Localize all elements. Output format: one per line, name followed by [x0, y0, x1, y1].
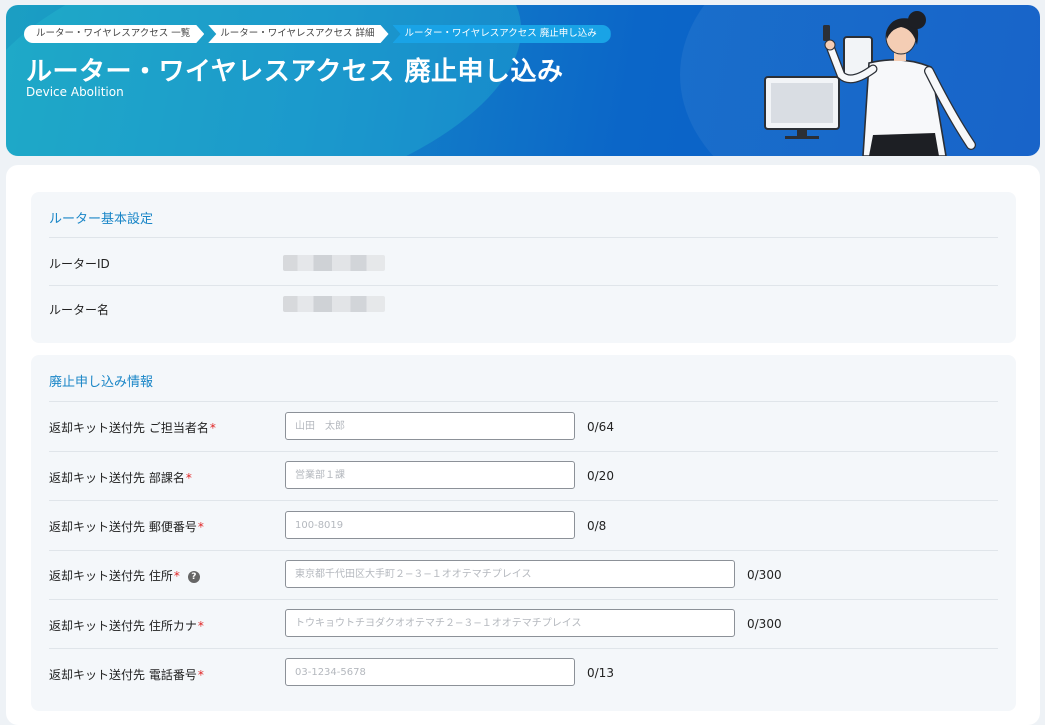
section-title: ルーター基本設定 [49, 212, 154, 227]
contact-name-input[interactable] [285, 412, 575, 440]
required-mark: * [197, 668, 204, 682]
char-counter: 0/8 [587, 519, 607, 533]
breadcrumb-item-current: ルーター・ワイヤレスアクセス 廃止申し込み [392, 25, 611, 43]
abolition-info-section: 廃止申し込み情報 返却キット送付先 ご担当者名* 0/64 返却キット送付先 部… [31, 355, 1016, 711]
char-counter: 0/20 [587, 469, 614, 483]
router-id-value-redacted [283, 255, 385, 271]
required-mark: * [197, 619, 204, 633]
char-counter: 0/300 [747, 568, 782, 582]
required-mark: * [209, 421, 216, 435]
divider [49, 550, 998, 551]
divider [49, 451, 998, 452]
divider [49, 500, 998, 501]
required-mark: * [197, 520, 204, 534]
department-label: 返却キット送付先 部課名* [49, 471, 192, 485]
address-kana-input[interactable] [285, 609, 735, 637]
divider [49, 599, 998, 600]
department-input[interactable] [285, 461, 575, 489]
required-mark: * [173, 569, 180, 583]
char-counter: 0/300 [747, 617, 782, 631]
page-title: ルーター・ワイヤレスアクセス 廃止申し込み [26, 57, 564, 87]
breadcrumb-item-detail[interactable]: ルーター・ワイヤレスアクセス 詳細 [208, 25, 388, 43]
page-header: ルーター・ワイヤレスアクセス 一覧 ルーター・ワイヤレスアクセス 詳細 ルーター… [6, 5, 1040, 156]
address-kana-label: 返却キット送付先 住所カナ* [49, 619, 204, 633]
breadcrumb-item-list[interactable]: ルーター・ワイヤレスアクセス 一覧 [24, 25, 204, 43]
help-icon[interactable]: ? [187, 571, 200, 583]
char-counter: 0/13 [587, 666, 614, 680]
address-input[interactable] [285, 560, 735, 588]
required-mark: * [185, 471, 192, 485]
router-name-value-redacted [283, 296, 385, 312]
section-title: 廃止申し込み情報 [49, 375, 154, 390]
router-basic-section: ルーター基本設定 ルーターID ルーター名 [31, 192, 1016, 343]
postal-code-input[interactable] [285, 511, 575, 539]
page-subtitle: Device Abolition [26, 85, 124, 99]
phone-input[interactable] [285, 658, 575, 686]
person-with-devices-illustration [764, 11, 976, 156]
breadcrumb: ルーター・ワイヤレスアクセス 一覧 ルーター・ワイヤレスアクセス 詳細 ルーター… [24, 25, 611, 43]
char-counter: 0/64 [587, 420, 614, 434]
divider [49, 401, 998, 402]
phone-label: 返却キット送付先 電話番号* [49, 668, 204, 682]
divider [49, 648, 998, 649]
router-id-label: ルーターID [49, 257, 110, 271]
postal-code-label: 返却キット送付先 郵便番号* [49, 520, 204, 534]
contact-name-label: 返却キット送付先 ご担当者名* [49, 421, 216, 435]
router-name-label: ルーター名 [49, 303, 110, 317]
address-label: 返却キット送付先 住所*? [49, 567, 200, 584]
divider [49, 285, 998, 286]
divider [49, 237, 998, 238]
